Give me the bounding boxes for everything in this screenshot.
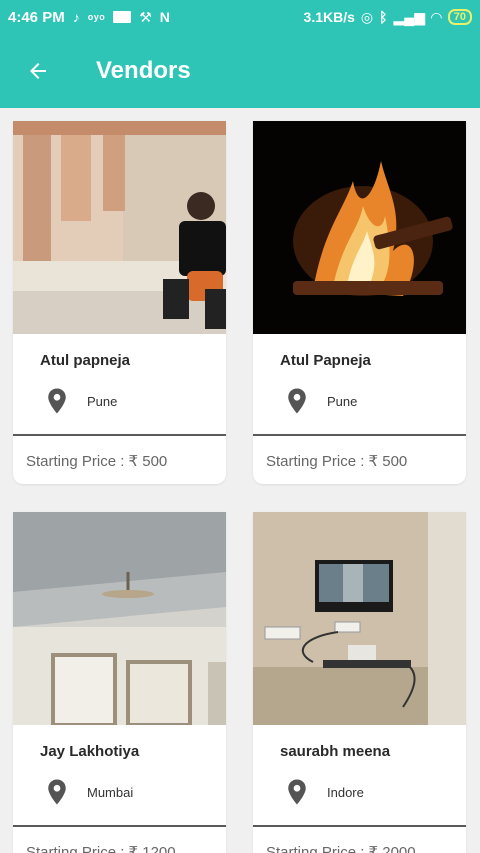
vendor-price: Starting Price : ₹ 1200 xyxy=(26,844,176,853)
location-pin-icon xyxy=(288,388,306,414)
arrow-left-icon xyxy=(30,63,46,79)
vendor-city: Pune xyxy=(87,393,118,409)
location-pin-icon xyxy=(288,779,306,805)
vendor-name: saurabh meena xyxy=(280,743,391,760)
vendor-location: Pune xyxy=(287,386,466,416)
notification-app-icon xyxy=(113,11,132,23)
vendor-grid: Atul papneja Pune Starting Price : ₹ 500… xyxy=(0,108,480,853)
status-bar: 4:46 PM ♪ oyo ⚒ N 3.1KB/s ◎ ᛒ ▂▄▆ ◠ 70 xyxy=(0,0,480,34)
vendor-name: Jay Lakhotiya xyxy=(40,743,140,760)
alarm-icon: ◎ xyxy=(360,9,374,25)
bluetooth-icon: ᛒ xyxy=(379,9,388,25)
vendor-photo xyxy=(253,121,466,334)
vendor-location: Indore xyxy=(287,777,466,807)
vendor-location: Mumbai xyxy=(47,777,226,807)
vendor-name: Atul papneja xyxy=(40,352,131,369)
location-pin-icon xyxy=(48,779,66,805)
location-pin-icon xyxy=(48,388,66,414)
vendor-photo xyxy=(13,512,226,725)
app-bar: Vendors xyxy=(0,34,480,108)
page-title: Vendors xyxy=(96,57,191,84)
tiktok-icon: ♪ xyxy=(72,9,80,25)
vendor-card[interactable]: Atul papneja Pune Starting Price : ₹ 500 xyxy=(13,121,226,484)
back-button[interactable] xyxy=(18,51,58,91)
vendor-city: Indore xyxy=(327,784,364,800)
vendor-card[interactable]: saurabh meena Indore Starting Price : ₹ … xyxy=(253,512,466,853)
network-speed: 3.1KB/s xyxy=(303,9,355,25)
vendor-price: Starting Price : ₹ 500 xyxy=(266,453,408,470)
vendor-photo xyxy=(13,121,226,334)
vendor-photo xyxy=(253,512,466,725)
battery-icon: 70 xyxy=(447,9,472,25)
wifi-icon: ◠ xyxy=(430,9,442,25)
vendor-price: Starting Price : ₹ 500 xyxy=(26,453,168,470)
vendor-card[interactable]: Atul Papneja Pune Starting Price : ₹ 500 xyxy=(253,121,466,484)
vendor-price: Starting Price : ₹ 2000 xyxy=(266,844,416,853)
status-time: 4:46 PM xyxy=(8,8,65,26)
n-app-icon: N xyxy=(159,9,170,25)
signal-icon: ▂▄▆ xyxy=(393,9,425,25)
oyo-icon: oyo xyxy=(87,12,106,22)
vendor-card[interactable]: Jay Lakhotiya Mumbai Starting Price : ₹ … xyxy=(13,512,226,853)
vendor-city: Pune xyxy=(327,393,358,409)
vendor-city: Mumbai xyxy=(87,784,134,800)
vendor-location: Pune xyxy=(47,386,226,416)
vendor-name: Atul Papneja xyxy=(280,352,371,369)
tools-icon: ⚒ xyxy=(139,9,152,25)
